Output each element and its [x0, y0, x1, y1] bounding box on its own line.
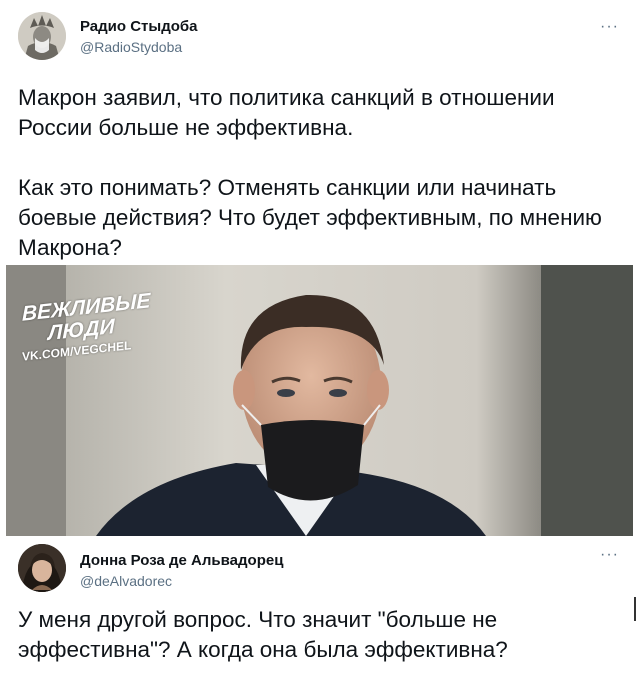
user-handle[interactable]: @RadioStydoba [80, 39, 182, 55]
text-cursor [634, 597, 636, 621]
user-handle[interactable]: @deAlvadorec [80, 573, 172, 589]
more-options-icon[interactable]: ··· [600, 19, 619, 35]
statue-avatar-icon [18, 12, 66, 60]
display-name[interactable]: Донна Роза де Альвадорец [80, 552, 283, 569]
tweet-header: Донна Роза де Альвадорец @deAlvadorec [18, 544, 618, 592]
more-options-icon[interactable]: ··· [600, 547, 619, 563]
tweet-text: У меня другой вопрос. Что значит "больше… [18, 605, 578, 665]
tweet-main[interactable]: Радио Стыдоба @RadioStydoba ··· Макрон з… [0, 0, 637, 540]
tweet-paragraph-2: Как это понимать? Отменять санкции или н… [18, 175, 602, 260]
woman-avatar-icon [18, 544, 66, 592]
tweet-header: Радио Стыдоба @RadioStydoba [18, 12, 618, 60]
tweet-photo[interactable]: ВЕЖЛИВЫЕ ЛЮДИ VK.COM/VEGCHEL [6, 265, 633, 536]
tweet-paragraph-1: Макрон заявил, что политика санкций в от… [18, 85, 555, 140]
avatar[interactable] [18, 544, 66, 592]
tweet-reply[interactable]: Донна Роза де Альвадорец @deAlvadorec ··… [0, 536, 637, 680]
tweet-text: Макрон заявил, что политика санкций в от… [18, 83, 628, 263]
tweet-paragraph: У меня другой вопрос. Что значит "больше… [18, 607, 508, 662]
avatar[interactable] [18, 12, 66, 60]
display-name[interactable]: Радио Стыдоба [80, 18, 198, 35]
